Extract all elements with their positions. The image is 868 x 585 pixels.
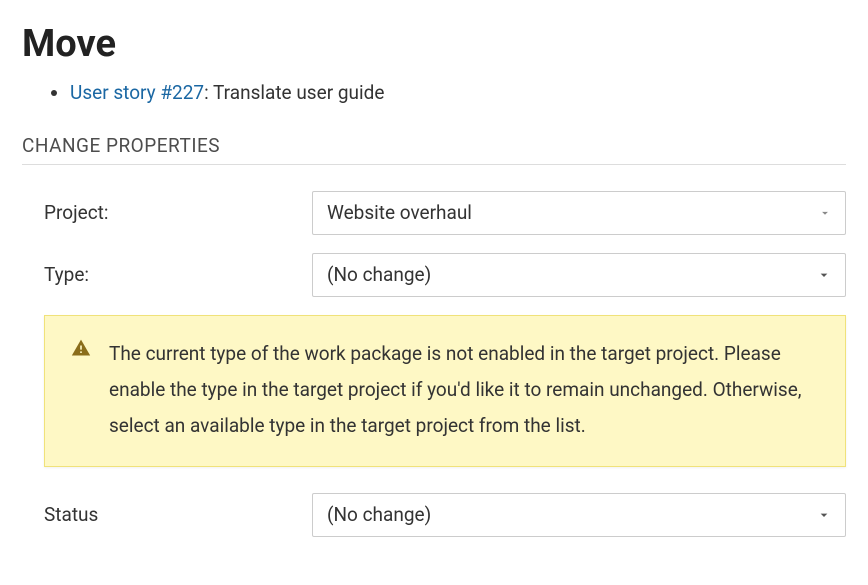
work-package-separator: : bbox=[204, 81, 213, 104]
warning-text: The current type of the work package is … bbox=[109, 336, 819, 444]
label-type: Type: bbox=[44, 261, 312, 290]
section-header-change-properties: CHANGE PROPERTIES bbox=[22, 132, 846, 166]
label-status: Status bbox=[44, 501, 312, 530]
work-package-link[interactable]: User story #227 bbox=[70, 81, 204, 104]
work-package-description: Translate user guide bbox=[213, 81, 384, 104]
field-row-status: Status (No change) bbox=[22, 493, 846, 537]
work-package-list: User story #227: Translate user guide bbox=[22, 79, 846, 108]
field-row-type: Type: (No change) bbox=[22, 253, 846, 297]
label-project: Project: bbox=[44, 199, 312, 228]
status-select[interactable]: (No change) bbox=[312, 493, 846, 537]
page-title: Move bbox=[22, 16, 846, 73]
project-select[interactable]: Website overhaul bbox=[312, 191, 846, 235]
status-select-value: (No change) bbox=[327, 501, 431, 530]
warning-icon bbox=[71, 336, 91, 444]
type-warning: The current type of the work package is … bbox=[44, 315, 846, 467]
type-select[interactable]: (No change) bbox=[312, 253, 846, 297]
type-select-value: (No change) bbox=[327, 261, 431, 290]
field-row-project: Project: Website overhaul bbox=[22, 191, 846, 235]
project-select-value: Website overhaul bbox=[327, 199, 472, 228]
work-package-item: User story #227: Translate user guide bbox=[70, 79, 846, 108]
